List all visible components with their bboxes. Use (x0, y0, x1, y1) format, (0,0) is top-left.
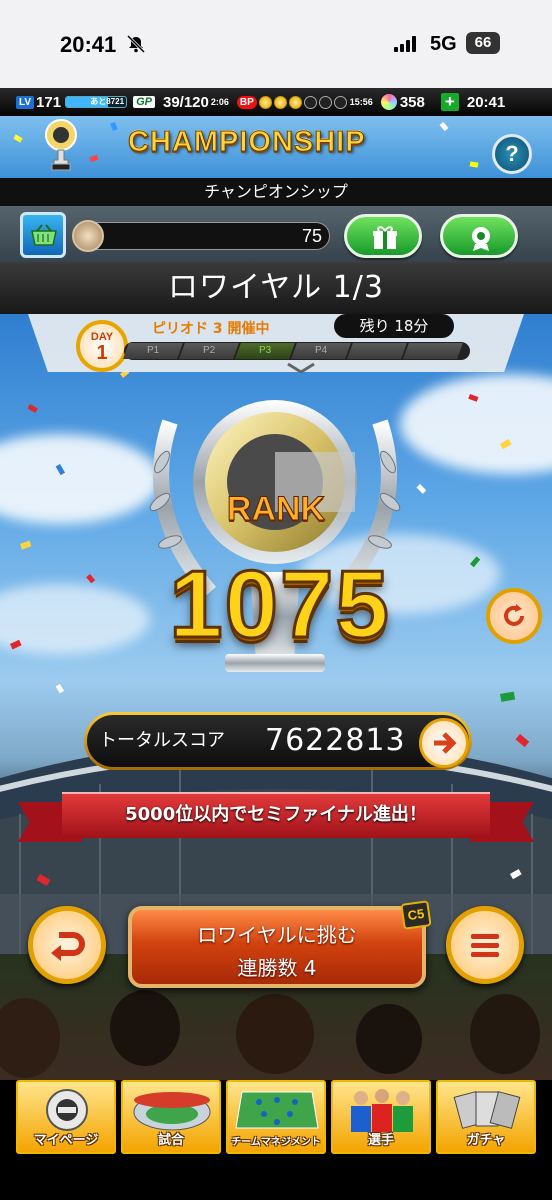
period-segment (347, 343, 407, 359)
bp-timer: 15:56 (349, 97, 373, 107)
game-clock: 20:41 (466, 93, 506, 111)
chevron-down-icon[interactable] (286, 362, 316, 374)
time-remaining: 残り 18分 (334, 314, 454, 338)
nav-mypage[interactable]: マイページ (16, 1080, 116, 1154)
add-gems-button[interactable]: + (440, 93, 459, 111)
rank-label: RANK (226, 490, 326, 529)
period-segment (403, 343, 463, 359)
rank-value: 1075 (168, 550, 391, 660)
gift-icon (373, 226, 397, 249)
back-arrow-icon (51, 932, 85, 961)
period-panel: DAY 1 ピリオド 3 開催中 残り 18分 P1 P2 P3 P4 (28, 314, 524, 376)
nav-team-management[interactable]: チームマネジメント (226, 1080, 326, 1154)
refresh-icon (504, 604, 524, 626)
bottom-navigation: マイページ 試合 チームマネジメント 選手 ガチャ (0, 1080, 552, 1154)
silent-bell-icon (126, 34, 146, 54)
gp-value: 39/120 (162, 93, 209, 111)
league-title: ロワイヤル 1/3 (0, 262, 552, 314)
nav-label: 選手 (367, 1132, 394, 1147)
championship-stage: DAY 1 ピリオド 3 開催中 残り 18分 P1 P2 P3 P4 RANK… (0, 314, 552, 1080)
championship-banner: CHAMPIONSHIP ? (0, 116, 552, 178)
network-type: 5G (430, 33, 457, 55)
nav-label: チームマネジメント (231, 1137, 321, 1148)
score-label: トータルスコア (99, 730, 225, 751)
back-button[interactable] (28, 906, 106, 984)
win-streak: 連勝数 4 (237, 956, 317, 980)
day-number: 1 (96, 342, 108, 364)
nav-gacha[interactable]: ガチャ (436, 1080, 536, 1154)
level-tag: LV (16, 95, 35, 109)
nav-match[interactable]: 試合 (121, 1080, 221, 1154)
period-segment: P3 (235, 343, 295, 359)
score-detail-button[interactable] (419, 718, 469, 768)
bp-coins (257, 95, 347, 109)
exp-remaining: あと8721 (90, 97, 125, 106)
stadium-icon (133, 1092, 211, 1131)
nav-label: ガチャ (466, 1132, 506, 1147)
gem-icon (380, 94, 397, 110)
challenge-label: ロワイヤルに挑む (197, 923, 357, 947)
signal-icon (394, 36, 416, 52)
menu-icon (471, 934, 499, 957)
score-value: 7622813 (265, 723, 406, 758)
bp-coin-icon (288, 95, 302, 109)
players-icon (351, 1089, 413, 1132)
medal-count: 75 (301, 226, 322, 246)
championship-trophy-icon (45, 119, 77, 171)
home-indicator-area (0, 1154, 552, 1200)
gp-timer: 2:06 (210, 97, 229, 107)
bp-coin-icon (333, 95, 347, 109)
total-score-panel[interactable]: トータルスコア 7622813 (84, 712, 472, 770)
ranking-rewards-button[interactable] (440, 214, 518, 258)
medal-coin-icon (72, 220, 104, 252)
player-hud: LV 171 あと8721 GP 39/120 2:06 BP 15:56 35… (0, 88, 552, 116)
nav-label: マイページ (33, 1132, 99, 1147)
menu-button[interactable] (446, 906, 524, 984)
challenge-royal-button[interactable]: ロワイヤルに挑む 連勝数 4 (128, 906, 426, 988)
c5-badge: C5 (400, 900, 432, 930)
period-segment: P4 (291, 343, 351, 359)
nav-players[interactable]: 選手 (331, 1080, 431, 1154)
emblem-icon (472, 227, 490, 251)
system-time: 20:41 (60, 32, 117, 57)
basket-icon (31, 224, 57, 246)
refresh-button[interactable] (486, 588, 542, 644)
shop-button[interactable] (20, 212, 66, 258)
semifinal-ribbon: 5000位以内でセミファイナル進出！ (18, 792, 534, 850)
period-segment: P1 (123, 343, 183, 359)
cards-icon (453, 1091, 521, 1129)
period-status: ピリオド 3 開催中 (152, 321, 270, 337)
bp-coin-icon (273, 95, 287, 109)
currency-row: 75 (0, 206, 552, 262)
bp-coin-icon (258, 95, 272, 109)
bp-coin-icon (303, 95, 317, 109)
exp-bar: あと8721 (65, 96, 128, 108)
arrow-right-icon (434, 732, 457, 754)
gem-count: 358 (399, 93, 425, 111)
page-subtitle: チャンピオンシップ (0, 178, 552, 206)
banner-title: CHAMPIONSHIP (128, 126, 366, 159)
formation-icon (235, 1091, 319, 1129)
period-progress: P1 P2 P3 P4 (123, 342, 470, 360)
rewards-button[interactable] (344, 214, 422, 258)
gp-tag: GP (133, 96, 155, 108)
home-emblem-icon (46, 1089, 88, 1131)
period-segment: P2 (179, 343, 239, 359)
help-button[interactable]: ? (492, 134, 532, 174)
nav-label: 試合 (157, 1132, 184, 1147)
bp-coin-icon (318, 95, 332, 109)
player-level: 171 (36, 93, 62, 111)
day-badge: DAY 1 (76, 320, 128, 372)
battery-icon: 66 (466, 32, 500, 54)
bp-tag: BP (236, 95, 257, 109)
ribbon-text: 5000位以内でセミファイナル進出！ (125, 804, 427, 825)
system-status-bar: 20:41 5G 66 (0, 0, 552, 88)
